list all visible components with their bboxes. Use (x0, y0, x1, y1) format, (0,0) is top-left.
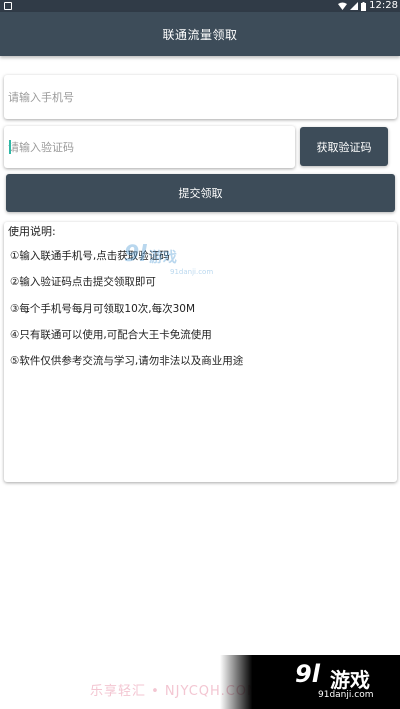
banner-url: 91danji.com (318, 690, 374, 700)
notification-icon (4, 2, 12, 10)
instruction-item: ②输入验证码点击提交领取即可 (10, 276, 156, 288)
status-time: 12:28 (369, 0, 398, 11)
instruction-item: ④只有联通可以使用,可配合大王卡免流使用 (10, 329, 212, 341)
get-code-button[interactable]: 获取验证码 (300, 127, 388, 166)
banner-logo-text: 游戏 (330, 668, 370, 692)
submit-button[interactable]: 提交领取 (6, 174, 395, 212)
instruction-item: ①输入联通手机号,点击获取验证码 (10, 250, 170, 262)
phone-input[interactable] (4, 75, 397, 119)
code-input-card (4, 126, 295, 168)
instruction-item: ③每个手机号每月可领取10次,每次30M (10, 303, 196, 315)
banner-logo-mark: 9l (295, 660, 320, 688)
instruction-item: ⑤软件仅供参考交流与学习,请勿非法以及商业用途 (10, 355, 244, 367)
signal-icon (350, 2, 359, 10)
text-cursor (9, 140, 11, 154)
instructions-title: 使用说明: (8, 225, 56, 238)
phone-input-card (4, 75, 397, 119)
toolbar: 联通流量领取 (0, 12, 400, 56)
instructions-card: 使用说明: ①输入联通手机号,点击获取验证码 ②输入验证码点击提交领取即可 ③每… (4, 222, 397, 482)
battery-icon (361, 1, 367, 11)
status-bar: 12:28 (0, 0, 400, 12)
status-icons: 12:28 (338, 0, 398, 12)
page-title: 联通流量领取 (162, 27, 238, 42)
wifi-icon (338, 2, 348, 10)
verification-code-input[interactable] (4, 126, 295, 168)
